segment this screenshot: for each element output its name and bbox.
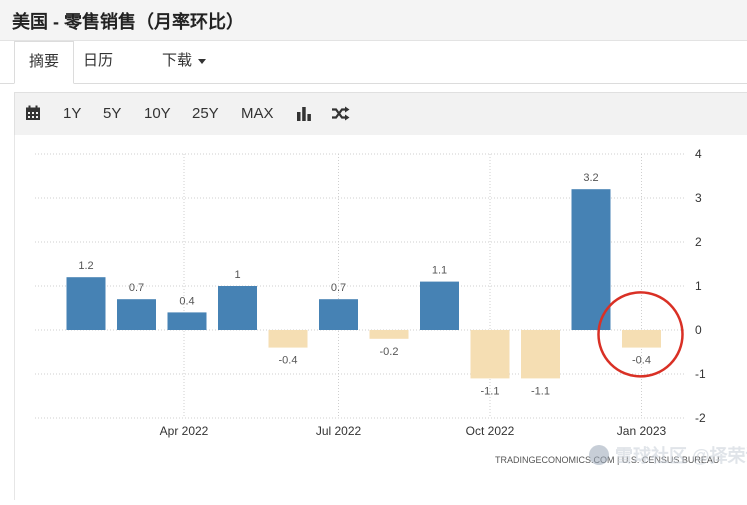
tab-summary[interactable]: 摘要 [14,41,75,84]
bar-value-label: 0.7 [129,282,144,294]
bar [117,299,156,330]
bar-value-label: 3.2 [583,172,598,184]
y-tick-label: 3 [695,191,702,205]
y-tick-label: -2 [695,411,706,425]
bar [319,299,358,330]
range-10y-button[interactable]: 10Y [144,93,171,135]
title-bar: 美国 - 零售销售（月率环比） [0,0,747,41]
x-tick-label: Oct 2022 [466,424,515,438]
tab-bar: 摘要 日历 下载 [0,41,747,84]
tab-download[interactable]: 下载 [162,41,207,82]
chart-toolbar: 1Y 5Y 10Y 25Y MAX [14,92,747,136]
bar-value-label: 1.2 [78,260,93,272]
bar [470,330,510,379]
chart-area: 1.2 0.7 0.4 1 -0.4 0.7 -0.2 1.1 -1.1 -1.1 3.2 -0.4 … [14,135,747,500]
y-tick-label: 1 [695,279,702,293]
bar-value-label: 1.1 [432,265,447,277]
bar-value-label: -0.2 [380,346,399,358]
tab-calendar[interactable]: 日历 [83,41,113,82]
range-1y-button[interactable]: 1Y [63,93,81,135]
shuffle-icon[interactable] [331,106,350,126]
y-tick-label: 0 [695,323,702,337]
chevron-down-icon [198,58,207,64]
bar [420,281,459,330]
bar-value-label: -0.4 [632,355,651,367]
y-tick-label: 2 [695,235,702,249]
bar-value-label: -1.1 [531,385,550,397]
bar-chart-icon[interactable] [296,106,312,126]
bar-value-label: -0.4 [279,355,298,367]
bar [369,330,409,339]
calendar-icon[interactable] [25,105,41,126]
x-tick-label: Jul 2022 [316,424,362,438]
tab-calendar-label: 日历 [83,52,114,69]
tab-download-label: 下载 [162,52,193,69]
bar [571,189,611,330]
range-5y-button[interactable]: 5Y [103,93,121,135]
y-tick-label: 4 [695,147,702,161]
bar-chart: 1.20.70.41-0.40.7-0.21.1-1.1 -1.13.2-0.4 … [35,147,747,466]
bar-value-label: -1.1 [481,385,500,397]
bar [167,312,207,330]
watermark-text: 雪球社区 @择荣谋士 [615,445,747,466]
bar [622,330,661,348]
bar [66,277,106,330]
y-tick-label: -1 [695,367,706,381]
x-tick-label: Apr 2022 [160,424,209,438]
page-title: 美国 - 零售销售（月率环比） [12,12,244,32]
x-tick-label: Jan 2023 [617,424,667,438]
tab-summary-label: 摘要 [29,53,60,70]
bar-value-label: 1 [234,269,240,281]
range-max-button[interactable]: MAX [241,93,274,135]
bar [521,330,560,379]
range-25y-button[interactable]: 25Y [192,93,219,135]
bar [218,286,257,330]
bar [268,330,308,348]
bar-value-label: 0.4 [179,295,194,307]
bar-value-label: 0.7 [331,282,346,294]
